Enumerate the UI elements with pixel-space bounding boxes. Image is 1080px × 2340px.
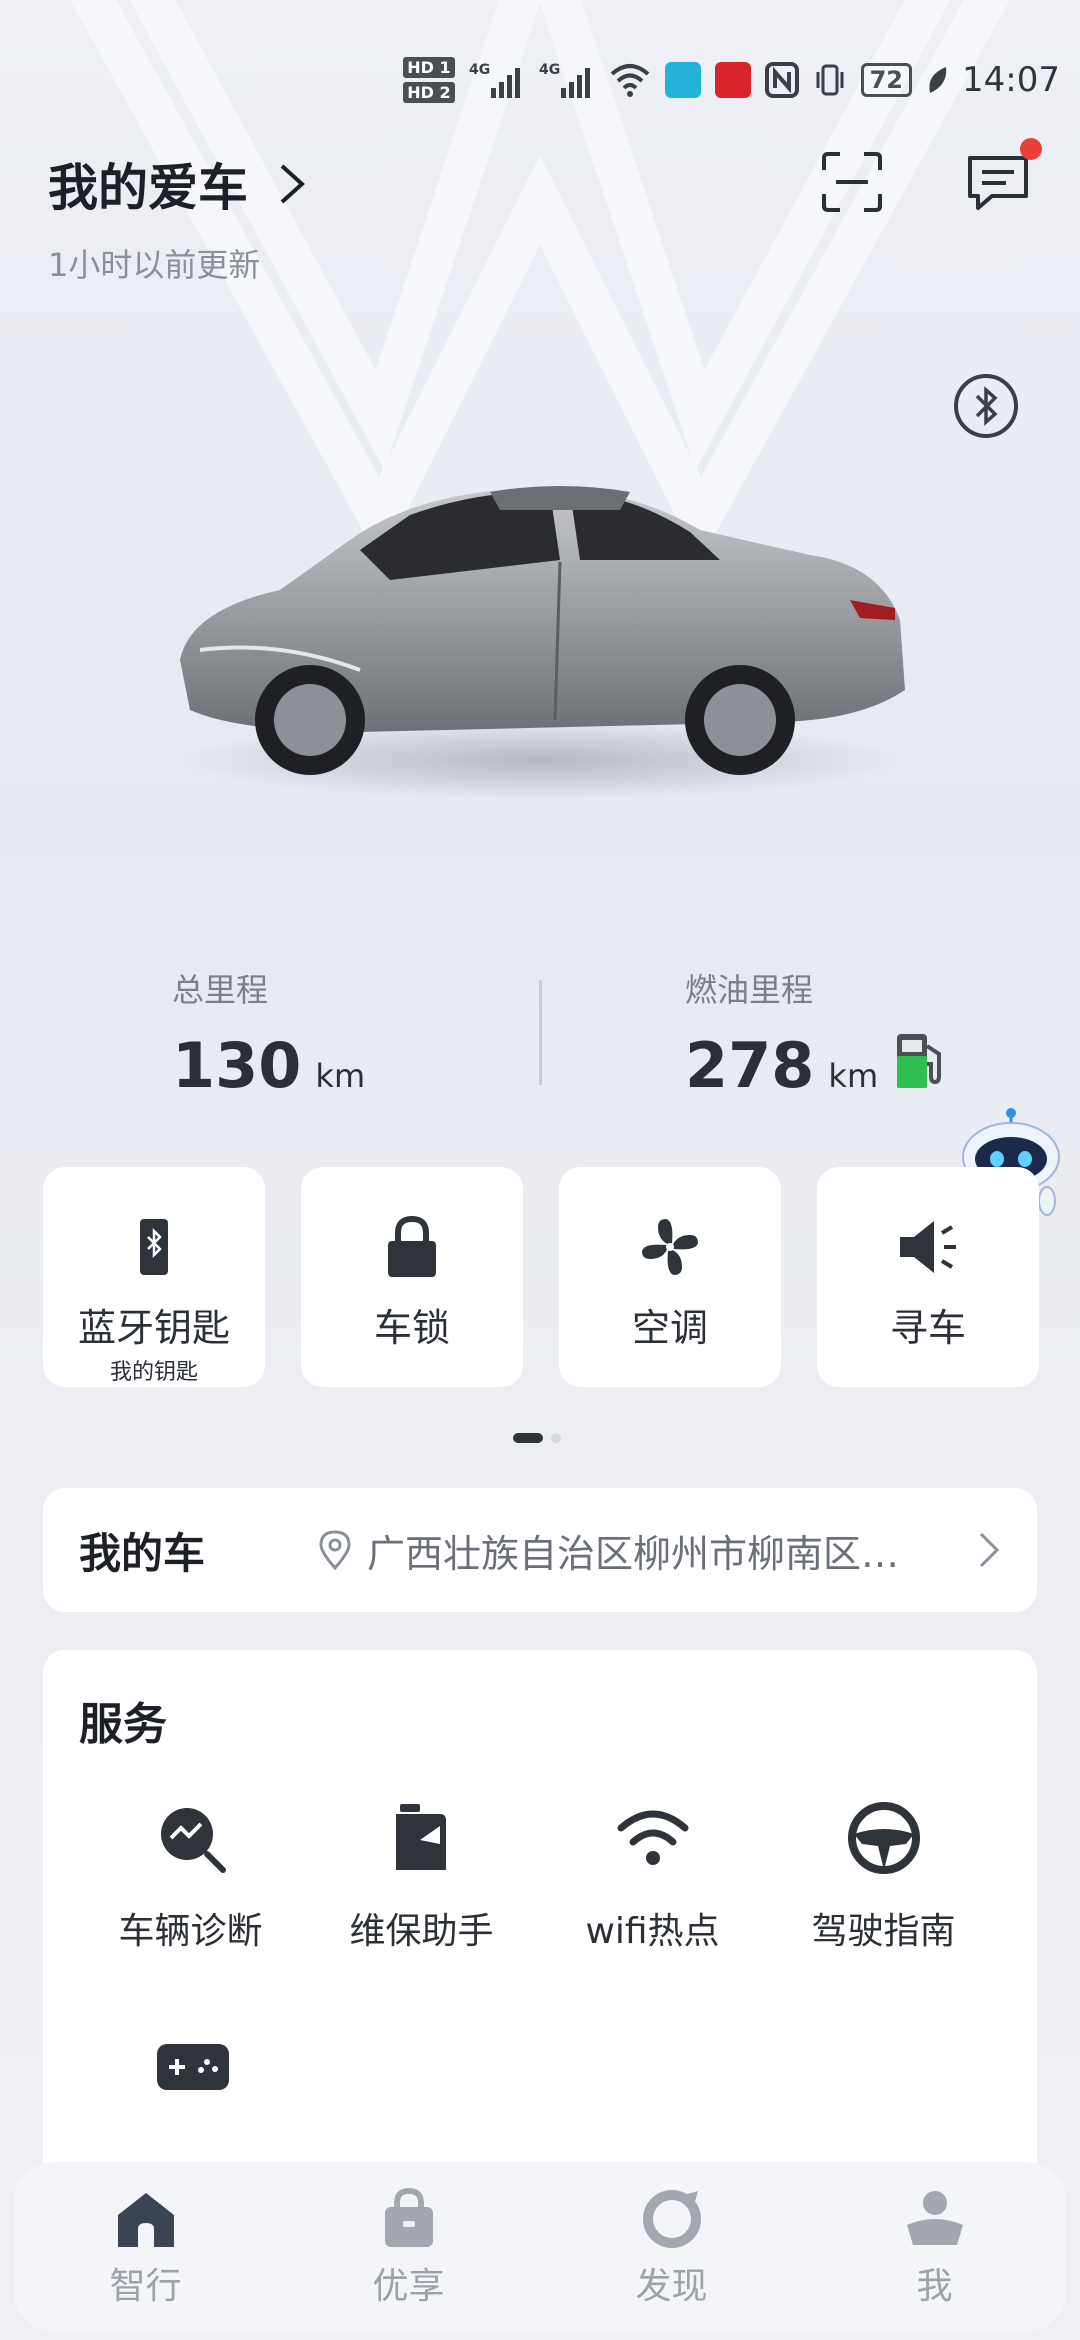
nav-tab-discover[interactable]: 发现 <box>572 2185 772 2309</box>
find-car-button[interactable]: 寻车 <box>817 1167 1039 1387</box>
home-icon <box>117 2193 174 2247</box>
my-car-label: 我的车 <box>79 1528 206 1578</box>
leaf-icon <box>926 65 948 95</box>
bluetooth-icon <box>975 386 998 426</box>
fuel-pump-icon <box>897 1034 941 1088</box>
fuel-mileage-value: 278 <box>685 1029 815 1102</box>
fan-icon <box>642 1219 698 1275</box>
svg-text:4G: 4G <box>539 62 560 78</box>
signal-icon-2: 4G <box>539 60 595 100</box>
page-dot <box>551 1433 561 1443</box>
nav-tab-smart-drive[interactable]: 智行 <box>46 2185 246 2309</box>
maintenance-assistant-label: 维保助手 <box>349 1911 494 1952</box>
battery-indicator: 72 <box>860 63 913 97</box>
find-car-label: 寻车 <box>889 1306 966 1350</box>
wifi-status-icon <box>609 62 651 98</box>
diagnosis-icon <box>160 1808 226 1873</box>
vibrate-icon <box>813 62 847 98</box>
services-card: 服务 车辆诊断 维保助手 wifi热点 驾驶指南 <box>43 1650 1037 2210</box>
page-dot-active <box>513 1433 543 1443</box>
nav-tab-me[interactable]: 我 <box>835 2185 1035 2309</box>
nfc-icon <box>764 62 799 98</box>
maintenance-assistant-button[interactable]: 维保助手 <box>306 1800 537 1954</box>
bluetooth-key-label: 蓝牙钥匙 <box>77 1306 230 1350</box>
discover-icon <box>642 2190 701 2248</box>
total-mileage-value: 130 <box>172 1029 302 1102</box>
hd-indicator: HD 1 HD 2 <box>403 57 455 103</box>
total-mileage: 总里程 130 km <box>172 965 365 1102</box>
game-controller-icon[interactable] <box>155 2042 231 2092</box>
update-time: 1小时以前更新 <box>48 246 261 284</box>
car-image <box>180 486 905 800</box>
wifi-hotspot-label: wifi热点 <box>585 1911 720 1952</box>
car-lock-label: 车锁 <box>373 1306 450 1350</box>
message-icon[interactable] <box>964 152 1032 214</box>
chevron-right-icon <box>979 1532 1000 1568</box>
fuel-mileage-label: 燃油里程 <box>685 971 814 1009</box>
signal-icon: 4G <box>469 60 525 100</box>
maintenance-icon <box>395 1804 446 1870</box>
stat-divider <box>539 980 542 1085</box>
hd2-label: HD 2 <box>403 82 455 103</box>
status-bar: HD 1 HD 2 4G 4G 72 14:07 <box>403 50 1060 110</box>
bluetooth-key-icon <box>140 1219 168 1275</box>
nav-label-smart-drive: 智行 <box>109 2266 182 2307</box>
page-indicator <box>513 1433 561 1443</box>
page-title: 我的爱车 <box>48 159 248 217</box>
bluetooth-key-button[interactable]: 蓝牙钥匙 我的钥匙 <box>43 1167 265 1387</box>
my-car-title-link[interactable]: 我的爱车 <box>48 148 308 220</box>
scan-icon[interactable] <box>820 150 884 214</box>
air-conditioner-button[interactable]: 空调 <box>559 1167 781 1387</box>
quick-controls: 蓝牙钥匙 我的钥匙 车锁 空调 寻车 <box>43 1167 1039 1387</box>
total-mileage-label: 总里程 <box>172 971 269 1009</box>
nav-label-discover: 发现 <box>635 2266 708 2307</box>
vehicle-diagnosis-label: 车辆诊断 <box>118 1911 263 1952</box>
wifi-icon <box>617 1810 688 1865</box>
hd1-label: HD 1 <box>403 57 455 78</box>
car-location-text: 广西壮族自治区柳州市柳南区… <box>367 1531 900 1576</box>
air-conditioner-label: 空调 <box>631 1306 708 1350</box>
vehicle-diagnosis-button[interactable]: 车辆诊断 <box>75 1800 306 1954</box>
nav-label-me: 我 <box>916 2266 953 2307</box>
nav-tab-benefits[interactable]: 优享 <box>309 2185 509 2309</box>
fuel-mileage-unit: km <box>828 1057 879 1095</box>
steering-wheel-icon <box>847 1802 920 1874</box>
services-title: 服务 <box>79 1699 167 1750</box>
nav-label-benefits: 优享 <box>372 2266 445 2307</box>
app-notification-icon <box>664 62 701 98</box>
bag-icon <box>384 2187 433 2247</box>
my-car-location-card[interactable]: 我的车 广西壮族自治区柳州市柳南区… <box>43 1488 1037 1612</box>
horn-icon <box>900 1221 956 1273</box>
bluetooth-connect-button[interactable] <box>954 374 1018 438</box>
svg-text:4G: 4G <box>469 62 490 78</box>
bottom-nav: 智行 优享 发现 我 <box>14 2162 1066 2332</box>
driving-guide-button[interactable]: 驾驶指南 <box>768 1800 999 1954</box>
lock-icon <box>388 1215 436 1277</box>
fuel-mileage: 燃油里程 278 km <box>685 965 878 1102</box>
driving-guide-label: 驾驶指南 <box>811 1911 956 1952</box>
bluetooth-key-sublabel: 我的钥匙 <box>109 1360 198 1385</box>
total-mileage-unit: km <box>315 1057 366 1095</box>
wifi-hotspot-button[interactable]: wifi热点 <box>537 1800 768 1954</box>
app-notification-icon-2 <box>714 62 751 98</box>
profile-icon <box>906 2191 963 2245</box>
clock: 14:07 <box>962 60 1060 100</box>
car-lock-button[interactable]: 车锁 <box>301 1167 523 1387</box>
chevron-right-icon <box>280 164 305 204</box>
notification-dot <box>1020 138 1042 160</box>
location-pin-icon <box>319 1530 351 1570</box>
